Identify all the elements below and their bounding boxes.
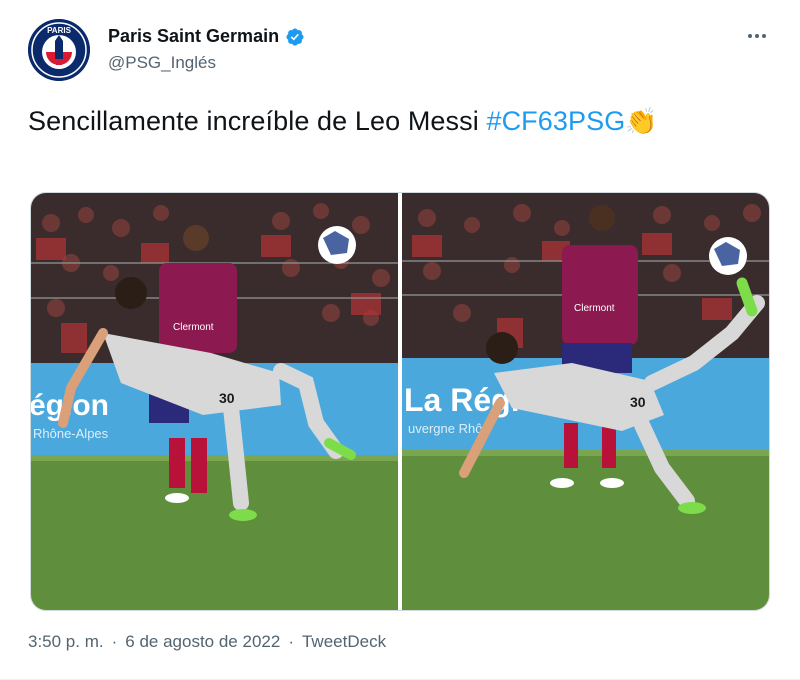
- photo-left-image: égion Rhône-Alpes Clermont 30: [31, 193, 398, 610]
- left-banner-sub: Rhône-Alpes: [33, 426, 109, 441]
- tweet-source-link[interactable]: TweetDeck: [302, 632, 386, 652]
- meta-separator-2: ·: [288, 632, 294, 651]
- photo-right[interactable]: La Régi uvergne Rhô Clermont 30: [402, 193, 769, 610]
- more-menu-button[interactable]: [744, 24, 770, 48]
- tweet-time-link[interactable]: 3:50 p. m.: [28, 632, 104, 652]
- right-banner-sub: uvergne Rhô: [408, 421, 482, 436]
- tweet-meta: 3:50 p. m. · 6 de agosto de 2022 · Tweet…: [28, 632, 386, 652]
- avatar-text: PARIS: [47, 26, 72, 35]
- avatar[interactable]: PARIS: [28, 19, 90, 81]
- left-number-text: 30: [219, 390, 235, 406]
- author-name[interactable]: Paris Saint Germain: [108, 26, 279, 47]
- meta-separator: ·: [111, 632, 118, 651]
- media-grid: égion Rhône-Alpes Clermont 30 La Régi uv…: [30, 192, 770, 611]
- photo-left[interactable]: égion Rhône-Alpes Clermont 30: [31, 193, 398, 610]
- author-row: Paris Saint Germain: [108, 26, 305, 47]
- more-horizontal-icon: [748, 34, 752, 38]
- verified-badge-icon: [286, 27, 304, 46]
- right-number-text: 30: [630, 394, 646, 410]
- hashtag-link[interactable]: #CF63PSG: [486, 106, 625, 136]
- right-sponsor-text: Clermont: [574, 303, 615, 314]
- tweet-card: PARIS Paris Saint Germain @PSG_Inglés Se…: [0, 0, 800, 680]
- photo-right-image: La Régi uvergne Rhô Clermont 30: [402, 193, 769, 610]
- tweet-date-link[interactable]: 6 de agosto de 2022: [125, 632, 280, 652]
- tweet-body: Sencillamente increíble de Leo Messi: [28, 106, 487, 136]
- clapping-hands-icon: 👏: [625, 106, 658, 136]
- psg-crest-icon: PARIS: [28, 19, 90, 81]
- author-handle[interactable]: @PSG_Inglés: [108, 53, 216, 73]
- tweet-text: Sencillamente increíble de Leo Messi #CF…: [28, 106, 658, 137]
- left-sponsor-text: Clermont: [173, 322, 214, 333]
